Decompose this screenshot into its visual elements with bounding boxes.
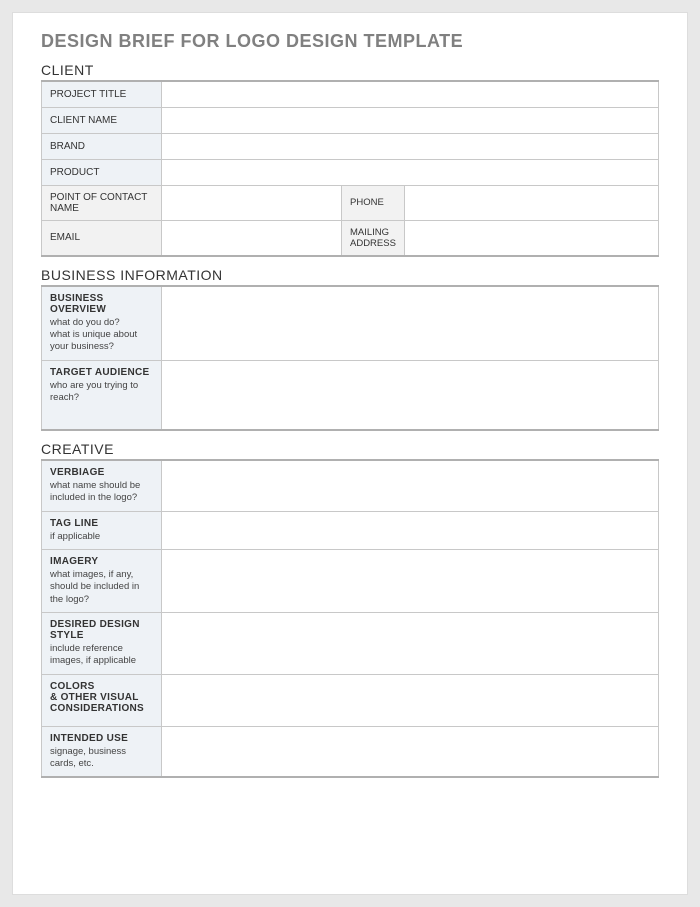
- row-client-name: CLIENT NAME: [42, 107, 659, 133]
- row-project-title: PROJECT TITLE: [42, 81, 659, 107]
- label-business-overview: BUSINESS OVERVIEW what do you do? what i…: [42, 286, 162, 361]
- label-imagery: IMAGERY what images, if any, should be i…: [42, 550, 162, 613]
- row-contact: POINT OF CONTACT NAME PHONE: [42, 185, 659, 220]
- business-table: BUSINESS OVERVIEW what do you do? what i…: [41, 285, 659, 432]
- label-mailing: MAILING ADDRESS: [342, 220, 405, 256]
- creative-table: VERBIAGE what name should be included in…: [41, 459, 659, 778]
- row-intended-use: INTENDED USE signage, business cards, et…: [42, 726, 659, 777]
- label-verbiage: VERBIAGE what name should be included in…: [42, 460, 162, 511]
- row-target-audience: TARGET AUDIENCE who are you trying to re…: [42, 360, 659, 430]
- field-product[interactable]: [162, 159, 659, 185]
- row-tagline: TAG LINE if applicable: [42, 511, 659, 549]
- label-phone: PHONE: [342, 185, 405, 220]
- label-brand: BRAND: [42, 133, 162, 159]
- document-page: DESIGN BRIEF FOR LOGO DESIGN TEMPLATE CL…: [12, 12, 688, 895]
- field-phone[interactable]: [404, 185, 658, 220]
- label-poc: POINT OF CONTACT NAME: [42, 185, 162, 220]
- field-poc[interactable]: [162, 185, 342, 220]
- field-project-title[interactable]: [162, 81, 659, 107]
- field-business-overview[interactable]: [162, 286, 659, 361]
- field-style[interactable]: [162, 613, 659, 675]
- field-mailing[interactable]: [404, 220, 658, 256]
- label-style: DESIRED DESIGN STYLE include reference i…: [42, 613, 162, 675]
- client-table: PROJECT TITLE CLIENT NAME BRAND PRODUCT …: [41, 80, 659, 257]
- label-colors: COLORS & OTHER VISUAL CONSIDERATIONS: [42, 674, 162, 726]
- field-client-name[interactable]: [162, 107, 659, 133]
- label-project-title: PROJECT TITLE: [42, 81, 162, 107]
- field-imagery[interactable]: [162, 550, 659, 613]
- field-email[interactable]: [162, 220, 342, 256]
- label-email: EMAIL: [42, 220, 162, 256]
- row-business-overview: BUSINESS OVERVIEW what do you do? what i…: [42, 286, 659, 361]
- field-tagline[interactable]: [162, 511, 659, 549]
- label-client-name: CLIENT NAME: [42, 107, 162, 133]
- field-verbiage[interactable]: [162, 460, 659, 511]
- row-verbiage: VERBIAGE what name should be included in…: [42, 460, 659, 511]
- section-heading-client: CLIENT: [41, 62, 659, 78]
- field-target-audience[interactable]: [162, 360, 659, 430]
- field-colors[interactable]: [162, 674, 659, 726]
- row-email: EMAIL MAILING ADDRESS: [42, 220, 659, 256]
- row-imagery: IMAGERY what images, if any, should be i…: [42, 550, 659, 613]
- label-intended-use: INTENDED USE signage, business cards, et…: [42, 726, 162, 777]
- row-colors: COLORS & OTHER VISUAL CONSIDERATIONS: [42, 674, 659, 726]
- row-product: PRODUCT: [42, 159, 659, 185]
- field-intended-use[interactable]: [162, 726, 659, 777]
- row-brand: BRAND: [42, 133, 659, 159]
- document-title: DESIGN BRIEF FOR LOGO DESIGN TEMPLATE: [41, 31, 659, 52]
- section-heading-creative: CREATIVE: [41, 441, 659, 457]
- label-target-audience: TARGET AUDIENCE who are you trying to re…: [42, 360, 162, 430]
- field-brand[interactable]: [162, 133, 659, 159]
- row-style: DESIRED DESIGN STYLE include reference i…: [42, 613, 659, 675]
- label-tagline: TAG LINE if applicable: [42, 511, 162, 549]
- section-heading-business: BUSINESS INFORMATION: [41, 267, 659, 283]
- label-product: PRODUCT: [42, 159, 162, 185]
